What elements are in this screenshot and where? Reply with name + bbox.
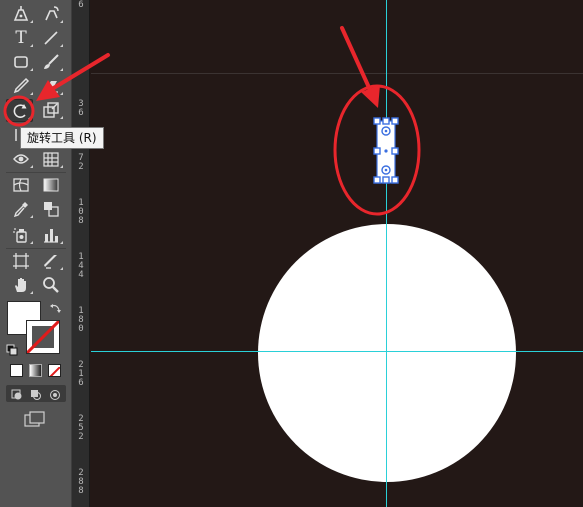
rotate-tool-tooltip: 旋转工具 (R)	[20, 127, 104, 149]
annotation-tool-circle	[3, 95, 35, 127]
selection-handle	[382, 117, 390, 125]
selection-handle	[391, 117, 399, 125]
selected-rectangle[interactable]	[373, 117, 399, 184]
canvas-overlay	[3, 0, 583, 507]
selection-handle	[391, 176, 399, 184]
annotation-arrow-left	[36, 53, 110, 101]
selection-handle	[382, 176, 390, 184]
selection-handle	[373, 176, 381, 184]
selection-handle	[373, 117, 381, 125]
annotation-arrow-down	[340, 26, 380, 108]
selection-handle	[391, 147, 399, 155]
selection-handle	[373, 147, 381, 155]
